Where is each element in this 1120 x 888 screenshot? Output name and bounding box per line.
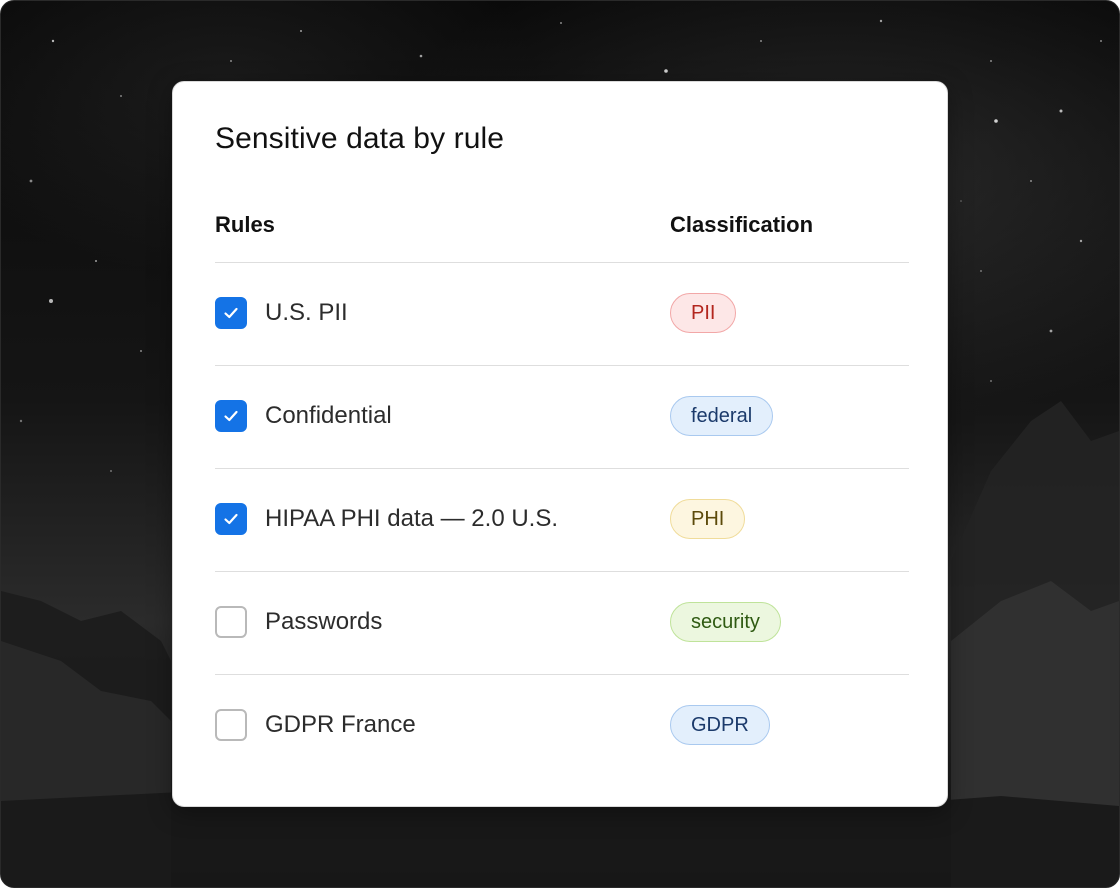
rule-checkbox[interactable] xyxy=(215,606,247,638)
card-title: Sensitive data by rule xyxy=(215,122,505,155)
rule-row: Confidential federal xyxy=(215,366,909,469)
rule-label: Passwords xyxy=(265,608,383,635)
rule-label: Confidential xyxy=(265,402,392,429)
classification-badge: federal xyxy=(670,396,774,436)
rule-checkbox[interactable] xyxy=(215,297,247,329)
rule-row: Passwords security xyxy=(215,572,909,675)
rule-row: U.S. PII PII xyxy=(215,263,909,366)
rule-label: GDPR France xyxy=(265,711,416,738)
checkmark-icon xyxy=(224,410,238,422)
rule-label: HIPAA PHI data — 2.0 U.S. xyxy=(265,505,559,532)
checkmark-icon xyxy=(224,513,238,525)
rule-checkbox[interactable] xyxy=(215,503,247,535)
sensitive-data-card: Sensitive data by rule Rules Classificat… xyxy=(172,81,948,807)
column-header-classification: Classification xyxy=(670,212,814,237)
rule-checkbox[interactable] xyxy=(215,400,247,432)
column-header-rules: Rules xyxy=(215,212,275,237)
classification-badge: security xyxy=(670,602,781,642)
classification-badge: GDPR xyxy=(670,705,770,745)
rule-row: GDPR France GDPR xyxy=(215,675,909,777)
classification-badge: PHI xyxy=(670,499,746,539)
classification-badge: PII xyxy=(670,293,737,333)
rule-label: U.S. PII xyxy=(265,299,348,326)
rule-row: HIPAA PHI data — 2.0 U.S. PHI xyxy=(215,469,909,572)
rules-table: U.S. PII PII Confidential federal HIPAA … xyxy=(215,262,909,777)
background-scene: Sensitive data by rule Rules Classificat… xyxy=(0,0,1120,888)
checkmark-icon xyxy=(224,307,238,319)
rule-checkbox[interactable] xyxy=(215,709,247,741)
